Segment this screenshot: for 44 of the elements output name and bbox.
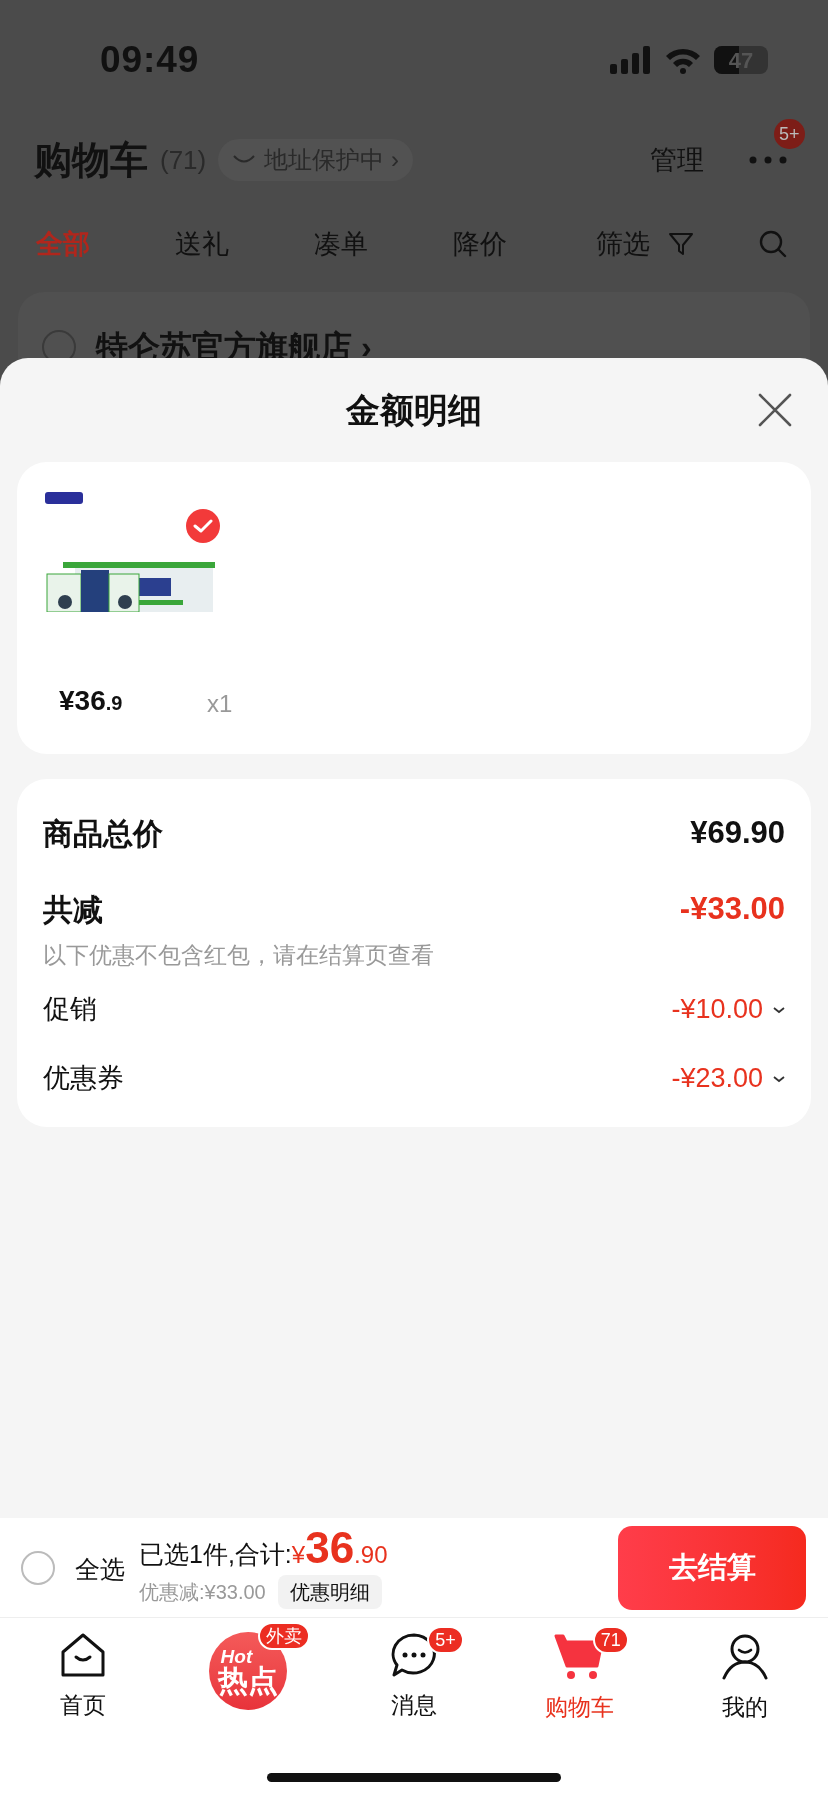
select-all-label[interactable]: 全选	[75, 1550, 125, 1589]
wifi-icon	[664, 46, 702, 74]
manage-link[interactable]: 管理	[650, 139, 704, 181]
product-price: ¥36.9	[59, 684, 123, 718]
product-quantity: x1	[207, 689, 233, 719]
summary-amount: -¥23.00	[671, 1062, 763, 1096]
notification-badge: 5+	[427, 1626, 464, 1654]
filter-tab[interactable]: 送礼	[175, 223, 314, 265]
discount-details-button[interactable]: 优惠明细	[277, 1575, 382, 1610]
battery-level: 47	[728, 46, 754, 74]
filter-icon[interactable]	[668, 231, 694, 257]
search-icon[interactable]	[758, 229, 788, 259]
select-all-checkbox[interactable]	[21, 1550, 55, 1585]
checkmark-icon	[193, 518, 213, 534]
total-price: ¥36.90	[291, 1525, 388, 1573]
page-title: 购物车	[34, 137, 148, 183]
signal-icon	[610, 46, 652, 74]
filter-tab[interactable]: 凑单	[314, 223, 453, 265]
summary-amount: ¥69.90	[690, 813, 785, 852]
chevron-down-icon[interactable]	[773, 1074, 785, 1083]
nav-item[interactable]: 我的	[662, 1632, 828, 1738]
filter-button[interactable]: 筛选	[596, 223, 650, 265]
more-icon[interactable]	[748, 155, 788, 165]
summary-note: 以下优惠不包含红包，请在结算页查看	[43, 940, 434, 970]
notification-badge: 71	[592, 1626, 629, 1654]
sheet-title: 金额明细	[346, 389, 482, 431]
discount-text: 优惠减:¥33.00	[139, 1580, 266, 1606]
summary-amount: -¥33.00	[679, 889, 785, 928]
status-time: 09:49	[100, 38, 200, 83]
summary-label: 共减	[43, 891, 103, 928]
summary-label: 商品总价	[43, 815, 163, 852]
notification-badge: 外卖	[257, 1622, 310, 1650]
chat-bubble-icon	[390, 1632, 438, 1678]
notification-badge: 5+	[774, 119, 805, 149]
selected-summary: 已选1件,合计:	[139, 1538, 292, 1570]
summary-label: 优惠券	[43, 1062, 124, 1096]
nav-item[interactable]: 首页	[0, 1632, 166, 1738]
checkout-button[interactable]: 去结算	[618, 1525, 806, 1610]
close-icon[interactable]	[758, 393, 792, 427]
person-icon	[721, 1632, 770, 1680]
summary-label: 促销	[43, 993, 97, 1027]
summary-amount: -¥10.00	[671, 993, 763, 1027]
chevron-down-icon[interactable]	[773, 1005, 785, 1014]
filter-tab[interactable]: 降价	[453, 223, 592, 265]
